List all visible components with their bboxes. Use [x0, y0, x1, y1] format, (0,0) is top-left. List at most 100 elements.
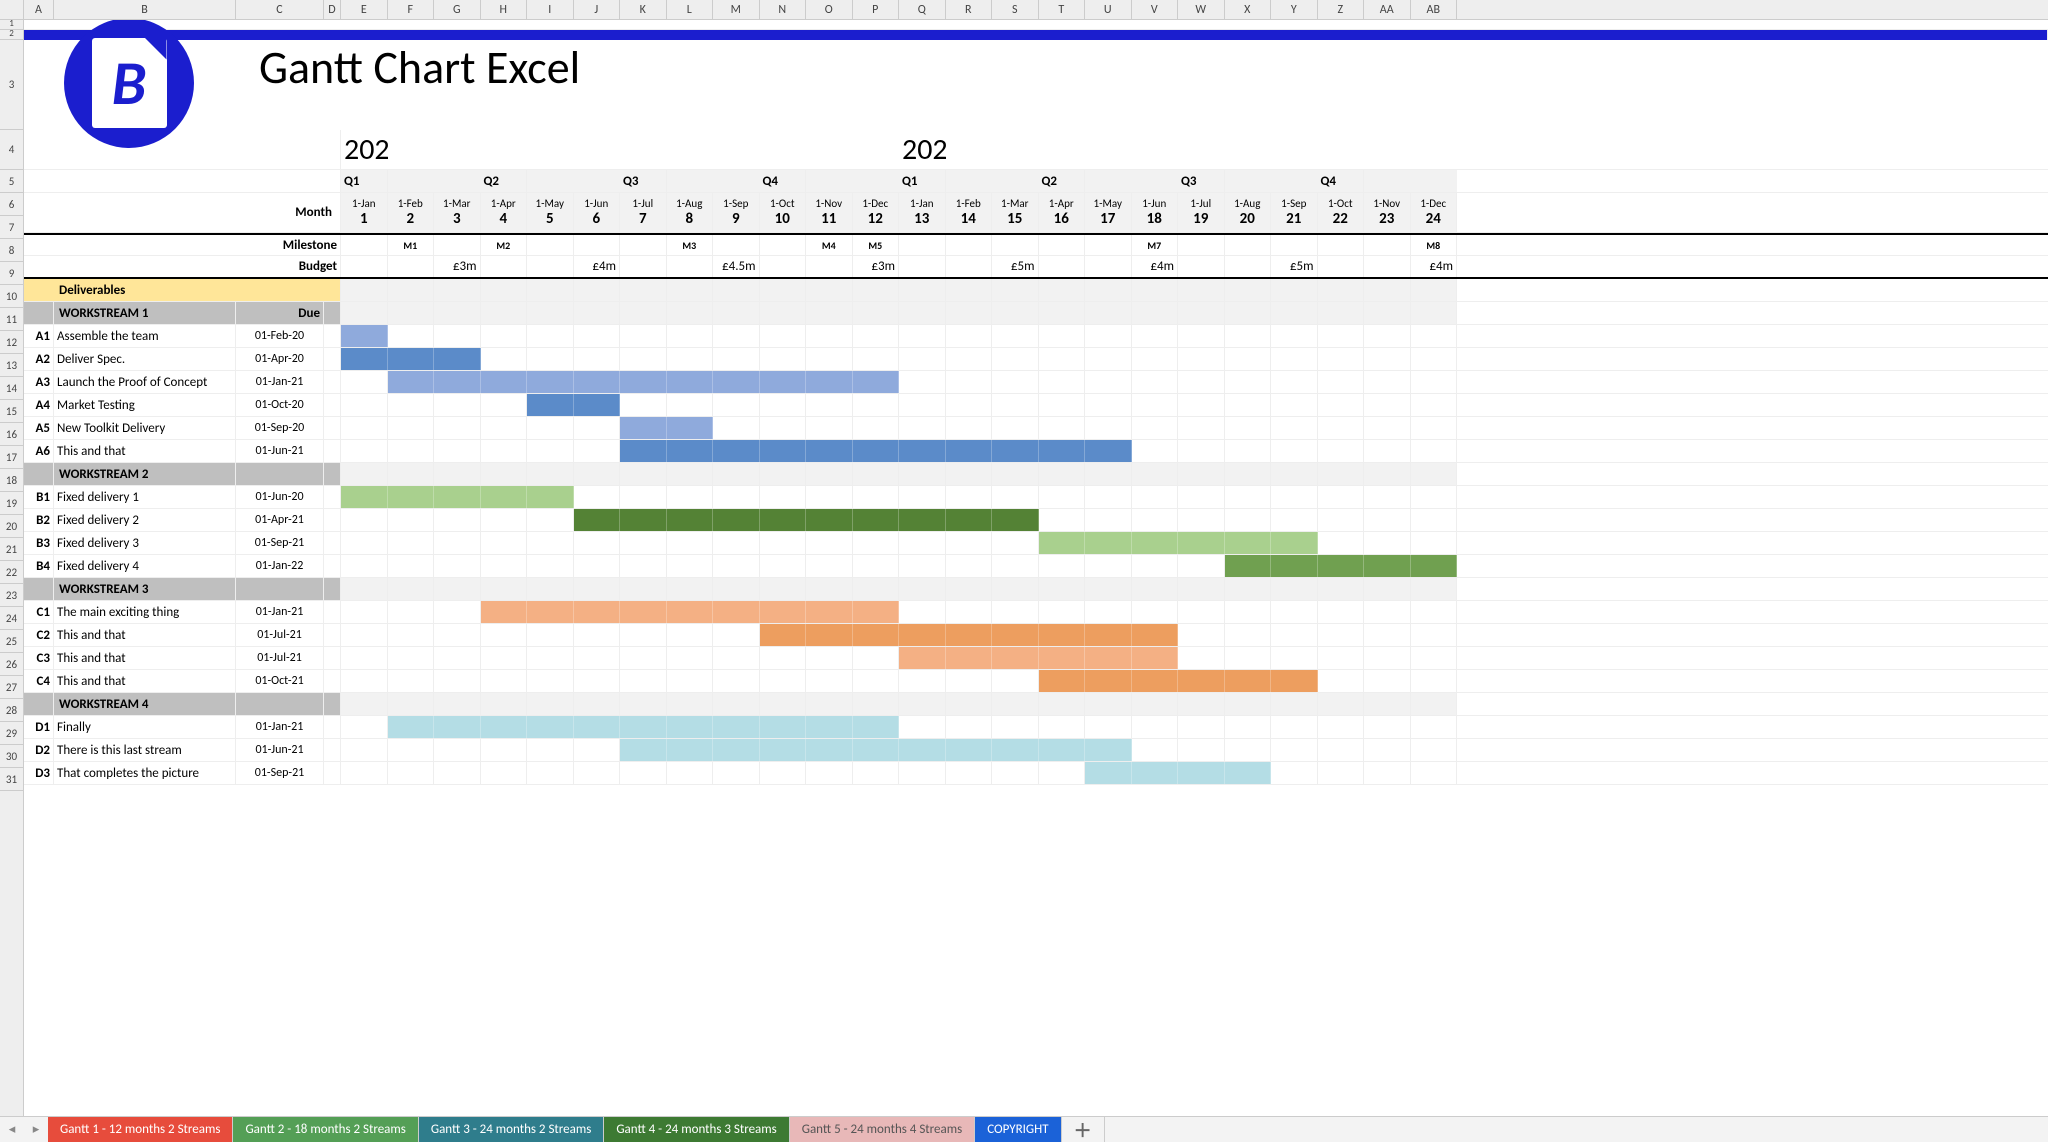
gantt-cell — [1318, 532, 1365, 554]
row-header-12[interactable]: 12 — [0, 331, 23, 354]
row-header-31[interactable]: 31 — [0, 768, 23, 791]
sheet-tab[interactable]: Gantt 2 - 18 months 2 Streams — [233, 1117, 418, 1142]
gantt-cell — [1085, 532, 1132, 554]
col-header-O[interactable]: O — [806, 0, 853, 19]
gantt-cell — [434, 509, 481, 531]
sheet-tab[interactable]: COPYRIGHT — [975, 1117, 1061, 1142]
gantt-cell — [760, 739, 807, 761]
col-header-X[interactable]: X — [1225, 0, 1272, 19]
row-header-14[interactable]: 14 — [0, 377, 23, 400]
row-header-15[interactable]: 15 — [0, 400, 23, 423]
gantt-cell — [341, 532, 388, 554]
col-header-Z[interactable]: Z — [1318, 0, 1365, 19]
col-header-K[interactable]: K — [620, 0, 667, 19]
col-header-AB[interactable]: AB — [1411, 0, 1458, 19]
col-header-V[interactable]: V — [1132, 0, 1179, 19]
col-header-B[interactable]: B — [54, 0, 236, 19]
row-header-26[interactable]: 26 — [0, 653, 23, 676]
row-header-11[interactable]: 11 — [0, 308, 23, 331]
row-header-6[interactable]: 6 — [0, 193, 23, 216]
col-header-Y[interactable]: Y — [1271, 0, 1318, 19]
gantt-cell — [481, 532, 528, 554]
col-header-A[interactable]: A — [24, 0, 54, 19]
gantt-cell — [1178, 371, 1225, 393]
col-header-S[interactable]: S — [992, 0, 1039, 19]
col-header-E[interactable]: E — [341, 0, 388, 19]
gantt-cell — [806, 394, 853, 416]
col-header-AA[interactable]: AA — [1364, 0, 1411, 19]
row-header-9[interactable]: 9 — [0, 262, 23, 285]
col-header-L[interactable]: L — [667, 0, 714, 19]
row-header-17[interactable]: 17 — [0, 446, 23, 469]
col-header-H[interactable]: H — [481, 0, 528, 19]
gantt-cell — [1178, 440, 1225, 462]
sheet-tab[interactable]: Gantt 4 - 24 months 3 Streams — [604, 1117, 789, 1142]
task-due: 01-Oct-21 — [236, 670, 324, 692]
gantt-cell — [946, 509, 993, 531]
milestone-4: M2 — [481, 235, 528, 255]
col-header-R[interactable]: R — [946, 0, 993, 19]
quarter-header — [527, 170, 574, 192]
row-header-20[interactable]: 20 — [0, 515, 23, 538]
year-label — [946, 130, 993, 169]
row-header-25[interactable]: 25 — [0, 630, 23, 653]
col-header-M[interactable]: M — [713, 0, 760, 19]
add-sheet-button[interactable]: ＋ — [1062, 1117, 1105, 1142]
row-header-21[interactable]: 21 — [0, 538, 23, 561]
task-due: 01-Jan-21 — [236, 716, 324, 738]
sheet-tab[interactable]: Gantt 3 - 24 months 2 Streams — [419, 1117, 604, 1142]
row-header-28[interactable]: 28 — [0, 699, 23, 722]
row-header-18[interactable]: 18 — [0, 469, 23, 492]
col-header-C[interactable]: C — [236, 0, 324, 19]
milestone-22 — [1318, 235, 1365, 255]
row-header-30[interactable]: 30 — [0, 745, 23, 768]
col-header-P[interactable]: P — [853, 0, 900, 19]
gantt-cell — [1364, 624, 1411, 646]
gantt-cell — [481, 601, 528, 623]
gantt-cell — [481, 716, 528, 738]
gantt-cell — [1132, 394, 1179, 416]
row-header-24[interactable]: 24 — [0, 607, 23, 630]
col-header-N[interactable]: N — [760, 0, 807, 19]
gantt-cell — [620, 417, 667, 439]
col-header-I[interactable]: I — [527, 0, 574, 19]
row-header-7[interactable]: 7 — [0, 216, 23, 239]
row-header-29[interactable]: 29 — [0, 722, 23, 745]
budget-10 — [760, 256, 807, 277]
row-header-27[interactable]: 27 — [0, 676, 23, 699]
gantt-cell — [527, 348, 574, 370]
sheet-tab[interactable]: Gantt 1 - 12 months 2 Streams — [48, 1117, 233, 1142]
gantt-cell — [713, 371, 760, 393]
gantt-cell — [481, 394, 528, 416]
gantt-cell — [713, 417, 760, 439]
gantt-cell — [341, 716, 388, 738]
col-header-W[interactable]: W — [1178, 0, 1225, 19]
col-header-F[interactable]: F — [388, 0, 435, 19]
sheet-tab[interactable]: Gantt 5 - 24 months 4 Streams — [790, 1117, 975, 1142]
row-header-16[interactable]: 16 — [0, 423, 23, 446]
row-header-13[interactable]: 13 — [0, 354, 23, 377]
col-header-T[interactable]: T — [1039, 0, 1086, 19]
tab-nav-prev[interactable]: ◂ — [0, 1117, 24, 1142]
quarter-header: Q3 — [1178, 170, 1225, 192]
row-header-2[interactable]: 2 — [0, 30, 23, 40]
spreadsheet-grid[interactable]: BGantt Chart Excel20222023Q1Q2Q3Q4Q1Q2Q3… — [24, 20, 2048, 1116]
row-header-4[interactable]: 4 — [0, 130, 23, 170]
row-header-19[interactable]: 19 — [0, 492, 23, 515]
col-header-Q[interactable]: Q — [899, 0, 946, 19]
row-header-5[interactable]: 5 — [0, 170, 23, 193]
budget-23 — [1364, 256, 1411, 277]
col-header-D[interactable]: D — [324, 0, 341, 19]
row-header-3[interactable]: 3 — [0, 40, 23, 130]
col-header-U[interactable]: U — [1085, 0, 1132, 19]
col-header-J[interactable]: J — [574, 0, 621, 19]
row-header-8[interactable]: 8 — [0, 239, 23, 262]
gantt-cell — [1411, 739, 1458, 761]
gantt-cell — [1411, 670, 1458, 692]
col-header-G[interactable]: G — [434, 0, 481, 19]
milestone-15 — [992, 235, 1039, 255]
row-header-22[interactable]: 22 — [0, 561, 23, 584]
tab-nav-next[interactable]: ▸ — [24, 1117, 48, 1142]
row-header-10[interactable]: 10 — [0, 285, 23, 308]
row-header-23[interactable]: 23 — [0, 584, 23, 607]
